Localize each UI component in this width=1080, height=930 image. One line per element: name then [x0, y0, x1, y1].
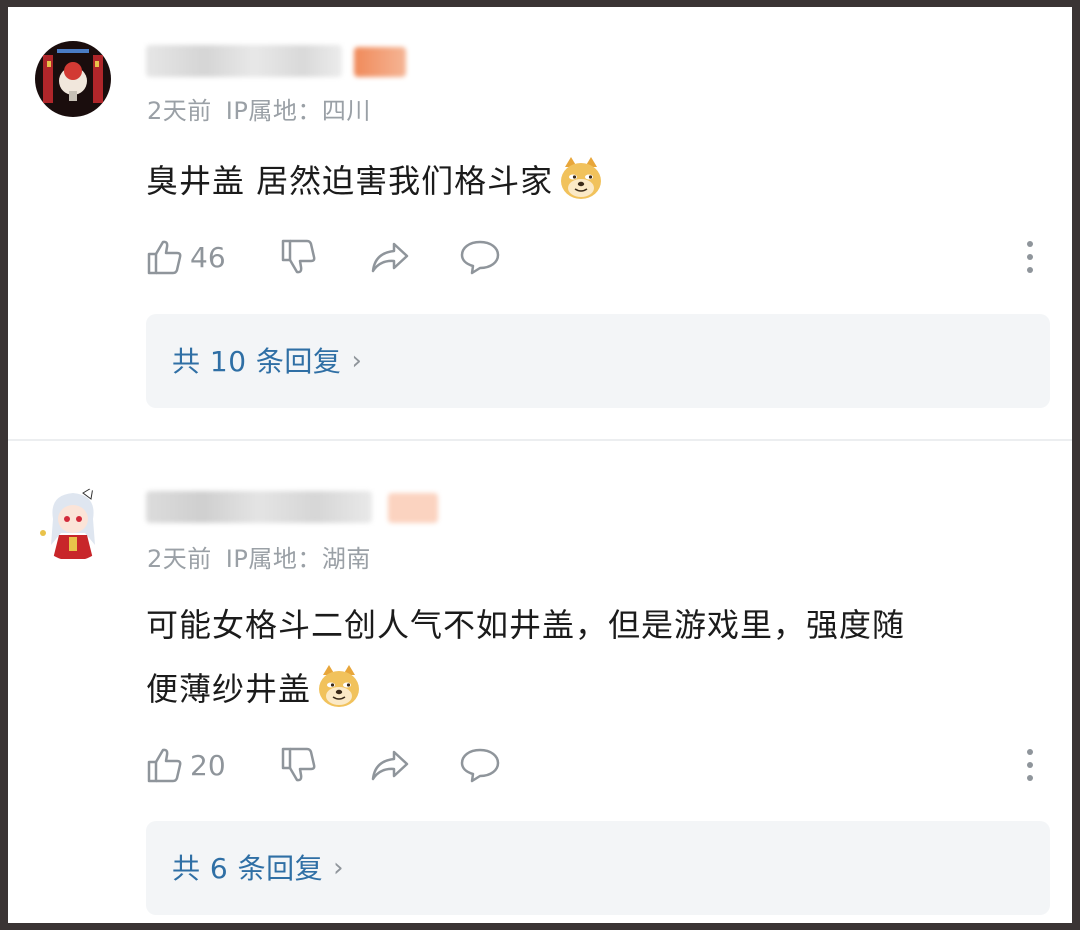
comment-actions: 46	[146, 235, 1046, 279]
more-button[interactable]	[1022, 747, 1038, 787]
avatar[interactable]	[35, 41, 111, 117]
user-badge-redacted	[354, 47, 406, 77]
comment-item: 2天前 IP属地：湖南 可能女格斗二创人气不如井盖，但是游戏里，强度随 便薄纱井盖	[8, 441, 1072, 923]
share-button[interactable]	[370, 235, 410, 279]
share-button[interactable]	[370, 743, 410, 787]
more-button[interactable]	[1022, 239, 1038, 279]
comment-meta: 2天前 IP属地：四川	[147, 91, 385, 126]
comment-bubble-icon	[460, 240, 500, 275]
comment-time: 2天前	[147, 545, 212, 573]
like-button[interactable]: 20	[146, 743, 226, 787]
comment-ip-location: IP属地：四川	[225, 97, 371, 125]
dislike-button[interactable]	[280, 743, 318, 787]
thumbs-down-icon	[281, 239, 316, 274]
doge-emoji	[561, 157, 602, 199]
thumbs-up-icon	[147, 240, 182, 275]
chevron-right-icon: ›	[333, 853, 345, 883]
comment-time: 2天前	[147, 97, 212, 125]
comment-list: 2天前 IP属地：四川 臭井盖 居然迫害我们格斗家 46 共 10 条回复 › …	[8, 7, 1072, 923]
comment-bubble-icon	[460, 748, 500, 783]
replies-label: 共 10 条回复	[172, 345, 342, 378]
more-vertical-icon	[1027, 749, 1033, 781]
reply-button[interactable]	[460, 743, 500, 787]
replies-label: 共 6 条回复	[172, 852, 324, 885]
avatar[interactable]	[35, 485, 111, 561]
comment-text: 可能女格斗二创人气不如井盖，但是游戏里，强度随 便薄纱井盖	[146, 593, 1046, 721]
view-replies-button[interactable]: 共 10 条回复 ›	[146, 314, 1050, 408]
comment-text-line: 便薄纱井盖	[146, 670, 312, 708]
like-count: 20	[190, 748, 226, 782]
share-arrow-icon	[371, 750, 409, 781]
chevron-right-icon: ›	[351, 346, 363, 376]
thumbs-up-icon	[147, 748, 182, 783]
user-badge-redacted	[388, 493, 438, 523]
reply-button[interactable]	[460, 235, 500, 279]
username-redacted[interactable]	[146, 491, 372, 523]
comment-text: 臭井盖 居然迫害我们格斗家	[146, 149, 605, 213]
like-button[interactable]: 46	[146, 235, 226, 279]
username-redacted[interactable]	[146, 45, 342, 77]
comment-actions: 20	[146, 743, 1046, 787]
comment-item: 2天前 IP属地：四川 臭井盖 居然迫害我们格斗家 46 共 10 条回复 ›	[8, 7, 1072, 439]
like-count: 46	[190, 240, 226, 274]
share-arrow-icon	[371, 242, 409, 273]
comment-meta: 2天前 IP属地：湖南	[147, 539, 385, 574]
doge-emoji	[319, 665, 360, 707]
dislike-button[interactable]	[280, 235, 318, 279]
view-replies-button[interactable]: 共 6 条回复 ›	[146, 821, 1050, 915]
comment-text-line: 臭井盖 居然迫害我们格斗家	[146, 162, 554, 200]
comment-text-line: 可能女格斗二创人气不如井盖，但是游戏里，强度随	[146, 606, 906, 644]
thumbs-down-icon	[281, 747, 316, 782]
more-vertical-icon	[1027, 241, 1033, 273]
comment-ip-location: IP属地：湖南	[225, 545, 371, 573]
